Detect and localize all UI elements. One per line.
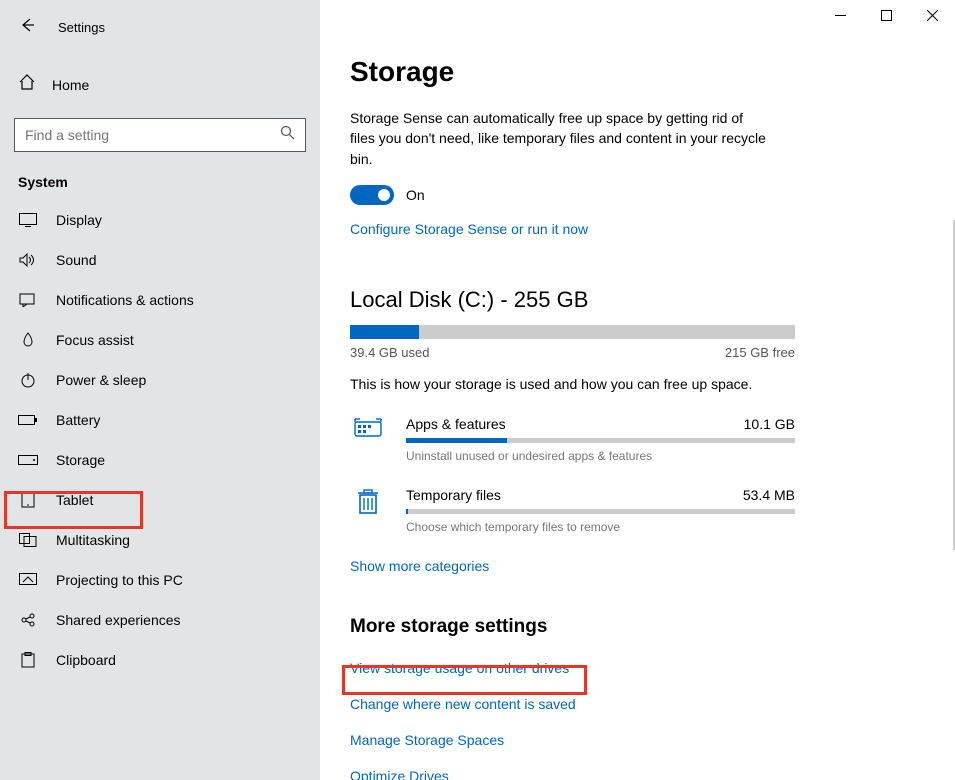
home-button[interactable]: Home [14, 65, 306, 104]
sidebar-list: Display Sound Notifications & actions Fo… [0, 200, 320, 680]
sidebar-item-sound[interactable]: Sound [0, 240, 320, 280]
minimize-button[interactable] [817, 0, 863, 30]
trash-icon [350, 487, 386, 534]
storage-sense-description: Storage Sense can automatically free up … [350, 108, 770, 169]
sidebar-item-label: Storage [56, 452, 105, 468]
sidebar-item-battery[interactable]: Battery [0, 400, 320, 440]
tablet-icon [18, 492, 38, 508]
sidebar-item-label: Display [56, 212, 102, 228]
sidebar-item-label: Multitasking [56, 532, 130, 548]
sidebar-item-shared-experiences[interactable]: Shared experiences [0, 600, 320, 640]
clipboard-icon [18, 652, 38, 668]
sidebar-item-label: Sound [56, 252, 96, 268]
show-more-categories-link[interactable]: Show more categories [350, 558, 489, 574]
sidebar-item-label: Projecting to this PC [56, 572, 183, 588]
category-bar [406, 509, 795, 514]
search-input-wrapper[interactable] [14, 118, 306, 152]
link-manage-storage-spaces[interactable]: Manage Storage Spaces [350, 726, 504, 754]
home-label: Home [52, 77, 89, 93]
disk-usage-bar [350, 325, 795, 339]
display-icon [18, 213, 38, 227]
focus-assist-icon [18, 332, 38, 348]
page-title: Storage [350, 56, 930, 88]
sidebar-item-label: Notifications & actions [56, 292, 194, 308]
back-button[interactable]: Settings [14, 12, 306, 43]
disk-title: Local Disk (C:) - 255 GB [350, 287, 930, 313]
sidebar-item-tablet[interactable]: Tablet [0, 480, 320, 520]
link-optimize-drives[interactable]: Optimize Drives [350, 762, 449, 780]
back-arrow-icon [18, 16, 36, 39]
sidebar-item-label: Clipboard [56, 652, 116, 668]
category-subtitle: Uninstall unused or undesired apps & fea… [406, 449, 795, 463]
sidebar: Settings Home System Display Sound Notif [0, 0, 320, 780]
category-name: Temporary files [406, 487, 501, 503]
sidebar-item-focus-assist[interactable]: Focus assist [0, 320, 320, 360]
sidebar-item-label: Focus assist [56, 332, 134, 348]
projecting-icon [18, 573, 38, 587]
storage-icon [18, 455, 38, 465]
category-size: 53.4 MB [743, 487, 795, 503]
category-size: 10.1 GB [744, 416, 795, 432]
sidebar-item-projecting[interactable]: Projecting to this PC [0, 560, 320, 600]
disk-free-label: 215 GB free [725, 345, 795, 360]
category-bar [406, 438, 795, 443]
sidebar-item-display[interactable]: Display [0, 200, 320, 240]
category-subtitle: Choose which temporary files to remove [406, 520, 795, 534]
sidebar-item-notifications[interactable]: Notifications & actions [0, 280, 320, 320]
sound-icon [18, 253, 38, 267]
sidebar-item-label: Tablet [56, 492, 93, 508]
main-content: Storage Storage Sense can automatically … [320, 0, 955, 780]
sidebar-item-multitasking[interactable]: Multitasking [0, 520, 320, 560]
notifications-icon [18, 293, 38, 307]
app-name: Settings [58, 20, 105, 35]
sidebar-item-power-sleep[interactable]: Power & sleep [0, 360, 320, 400]
apps-icon [350, 416, 386, 463]
close-button[interactable] [909, 0, 955, 30]
sidebar-item-label: Battery [56, 412, 100, 428]
sidebar-section-label: System [0, 152, 320, 200]
power-icon [18, 372, 38, 388]
shared-icon [18, 612, 38, 628]
link-view-other-drives[interactable]: View storage usage on other drives [350, 654, 569, 682]
battery-icon [18, 414, 38, 426]
storage-category-apps[interactable]: Apps & features 10.1 GB Uninstall unused… [350, 416, 795, 463]
search-icon [280, 125, 295, 145]
disk-used-label: 39.4 GB used [350, 345, 430, 360]
maximize-button[interactable] [863, 0, 909, 30]
usage-description: This is how your storage is used and how… [350, 376, 930, 392]
configure-storage-sense-link[interactable]: Configure Storage Sense or run it now [350, 221, 588, 237]
sidebar-item-label: Shared experiences [56, 612, 181, 628]
storage-category-temp[interactable]: Temporary files 53.4 MB Choose which tem… [350, 487, 795, 534]
storage-sense-toggle[interactable] [350, 185, 394, 205]
search-input[interactable] [25, 127, 280, 143]
toggle-state-label: On [406, 187, 425, 203]
more-storage-settings-title: More storage settings [350, 616, 930, 638]
sidebar-item-storage[interactable]: Storage [0, 440, 320, 480]
sidebar-item-label: Power & sleep [56, 372, 146, 388]
multitasking-icon [18, 533, 38, 547]
home-icon [18, 73, 36, 96]
sidebar-item-clipboard[interactable]: Clipboard [0, 640, 320, 680]
category-name: Apps & features [406, 416, 506, 432]
link-change-where-saved[interactable]: Change where new content is saved [350, 690, 576, 718]
